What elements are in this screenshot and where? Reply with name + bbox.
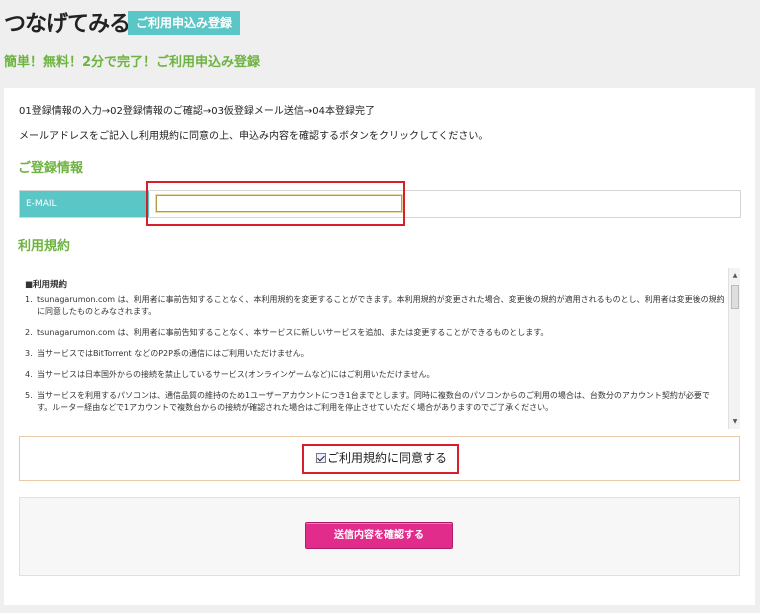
- email-field[interactable]: [155, 194, 403, 213]
- scroll-down-arrow-icon[interactable]: ▼: [729, 416, 740, 427]
- submit-area: 送信内容を確認する: [19, 497, 740, 576]
- scroll-up-arrow-icon[interactable]: ▲: [729, 270, 740, 281]
- agree-checkbox[interactable]: [316, 452, 326, 463]
- agree-area: ご利用規約に同意する: [19, 436, 740, 481]
- page-tagline: 簡単！無料！2分で完了！ご利用申込み登録: [4, 55, 261, 70]
- terms-item-text: tsunagarumon.com は、利用者に事前告知することなく、本利用規約を…: [37, 295, 725, 316]
- email-label: E-MAIL: [20, 191, 149, 217]
- registration-section-title: ご登録情報: [18, 161, 84, 176]
- terms-scrollbar[interactable]: ▲ ▼: [728, 268, 740, 429]
- terms-item-number: 1.: [25, 295, 33, 304]
- confirm-submit-button[interactable]: 送信内容を確認する: [305, 522, 453, 549]
- terms-section-title: 利用規約: [18, 239, 71, 254]
- terms-heading: ■利用規約: [25, 280, 68, 290]
- form-panel: 01登録情報の入力→02登録情報のご確認→03仮登録メール送信→04本登録完了 …: [4, 88, 755, 605]
- terms-item-text: 当サービスは日本国外からの接続を禁止しているサービス(オンラインゲームなど)には…: [37, 370, 435, 379]
- terms-item: 2. tsunagarumon.com は、利用者に事前告知することなく、本サー…: [25, 327, 725, 339]
- terms-item: 4. 当サービスは日本国外からの接続を禁止しているサービス(オンラインゲームなど…: [25, 369, 725, 381]
- terms-item: 5. 当サービスを利用するパソコンは、通信品質の維持のため1ユーザーアカウントに…: [25, 390, 725, 414]
- email-row: E-MAIL: [19, 190, 741, 218]
- terms-item-text: 当サービスを利用するパソコンは、通信品質の維持のため1ユーザーアカウントにつき1…: [37, 391, 710, 412]
- site-logo[interactable]: つなげてみる: [4, 6, 131, 38]
- terms-item: 3. 当サービスではBitTorrent などのP2P系の通信にはご利用いただけ…: [25, 348, 725, 360]
- terms-item-text: tsunagarumon.com は、利用者に事前告知することなく、本サービスに…: [37, 328, 549, 337]
- terms-item-number: 4.: [25, 370, 33, 379]
- agree-text[interactable]: ご利用規約に同意する: [327, 449, 447, 466]
- instruction-text: メールアドレスをご記入し利用規約に同意の上、申込み内容を確認するボタンをクリック…: [19, 131, 489, 142]
- terms-item: 1. tsunagarumon.com は、利用者に事前告知することなく、本利用…: [25, 294, 725, 318]
- terms-item-number: 2.: [25, 328, 33, 337]
- scroll-thumb[interactable]: [731, 285, 739, 309]
- agree-checkbox-label[interactable]: ご利用規約に同意する: [316, 449, 447, 466]
- terms-content: ■利用規約 1. tsunagarumon.com は、利用者に事前告知すること…: [25, 278, 725, 423]
- terms-item-text: 当サービスではBitTorrent などのP2P系の通信にはご利用いただけません…: [37, 349, 309, 358]
- terms-item-number: 3.: [25, 349, 33, 358]
- terms-item-number: 5.: [25, 391, 33, 400]
- page-badge: ご利用申込み登録: [128, 11, 241, 35]
- terms-box[interactable]: ■利用規約 1. tsunagarumon.com は、利用者に事前告知すること…: [19, 268, 740, 429]
- step-progress: 01登録情報の入力→02登録情報のご確認→03仮登録メール送信→04本登録完了: [19, 106, 376, 117]
- site-header: つなげてみる ご利用申込み登録: [0, 0, 760, 44]
